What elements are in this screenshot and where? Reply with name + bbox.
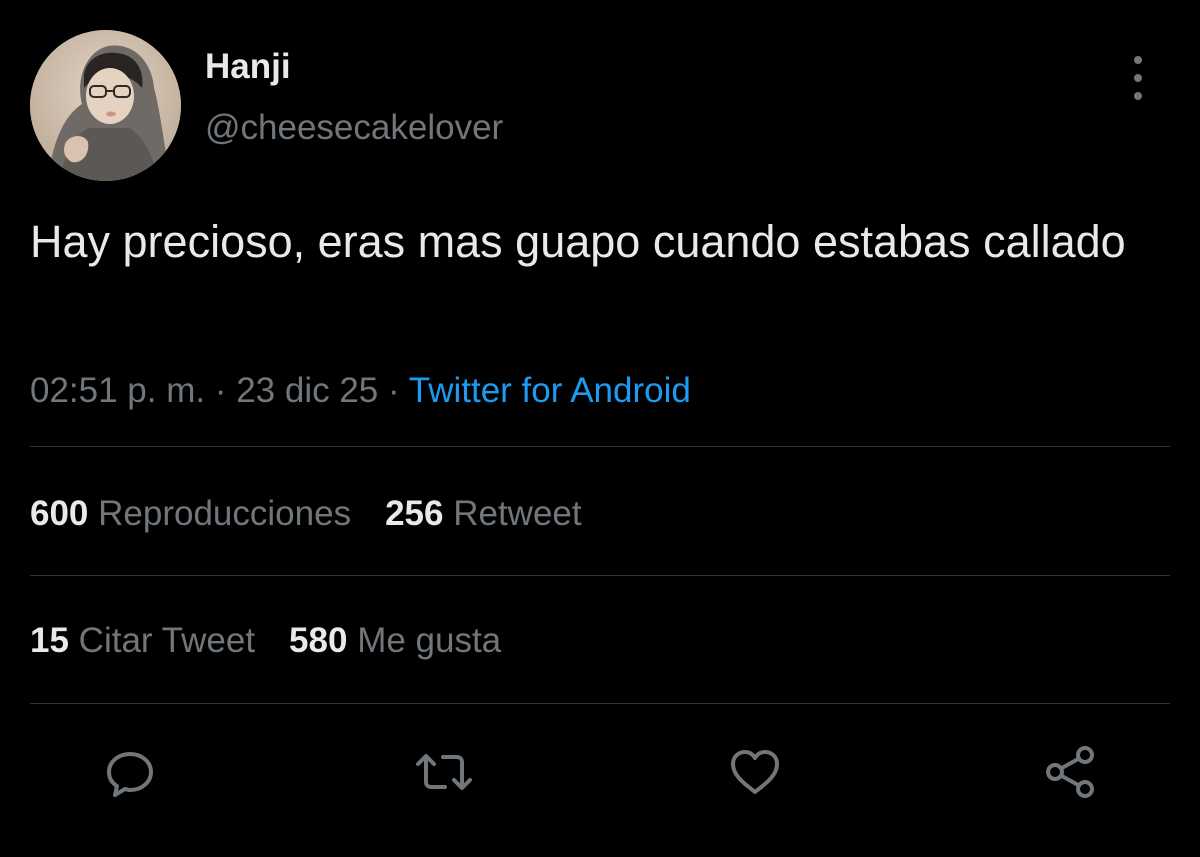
tweet-date[interactable]: 23 dic 25 [236, 371, 378, 410]
stats-row-quotes-likes: 15 Citar Tweet 580 Me gusta [30, 619, 535, 663]
divider [30, 575, 1170, 576]
more-dot [1134, 74, 1142, 82]
stats-row-views-retweets: 600 Reproducciones 256 Retweet [30, 492, 616, 536]
tweet-detail: Hanji @cheesecakelover Hay precioso, era… [0, 0, 1200, 857]
quotes-stat[interactable]: 15 Citar Tweet [30, 619, 255, 663]
retweets-count: 256 [385, 494, 444, 533]
author-handle[interactable]: @cheesecakelover [205, 108, 503, 148]
views-label: Reproducciones [98, 494, 352, 533]
quotes-label: Citar Tweet [78, 621, 256, 660]
tweet-time: 02:51 p. m. [30, 371, 206, 410]
share-icon [1046, 746, 1094, 798]
retweet-icon [416, 754, 472, 790]
heart-icon [731, 750, 779, 794]
meta-separator: · [378, 371, 409, 410]
like-button[interactable] [725, 742, 785, 802]
retweets-stat[interactable]: 256 Retweet [385, 492, 582, 536]
views-count: 600 [30, 494, 89, 533]
tweet-source-link[interactable]: Twitter for Android [409, 371, 691, 410]
retweets-label: Retweet [453, 494, 582, 533]
reply-button[interactable] [100, 742, 160, 802]
reply-icon [107, 752, 153, 797]
likes-count: 580 [289, 621, 348, 660]
likes-stat[interactable]: 580 Me gusta [289, 619, 501, 663]
avatar[interactable] [30, 30, 181, 181]
more-dot [1134, 56, 1142, 64]
meta-separator: · [205, 371, 237, 410]
tweet-meta: 02:51 p. m. · 23 dic 25 · Twitter for An… [30, 369, 691, 413]
views-stat[interactable]: 600 Reproducciones [30, 492, 351, 536]
retweet-button[interactable] [414, 742, 474, 802]
divider [30, 446, 1170, 447]
tweet-text: Hay precioso, eras mas guapo cuando esta… [30, 216, 1126, 267]
divider [30, 703, 1170, 704]
more-dot [1134, 92, 1142, 100]
avatar-photo [30, 30, 181, 181]
author-name[interactable]: Hanji [205, 47, 291, 87]
likes-label: Me gusta [357, 621, 502, 660]
quotes-count: 15 [30, 621, 69, 660]
more-options-icon[interactable] [1120, 56, 1156, 100]
share-button[interactable] [1040, 742, 1100, 802]
